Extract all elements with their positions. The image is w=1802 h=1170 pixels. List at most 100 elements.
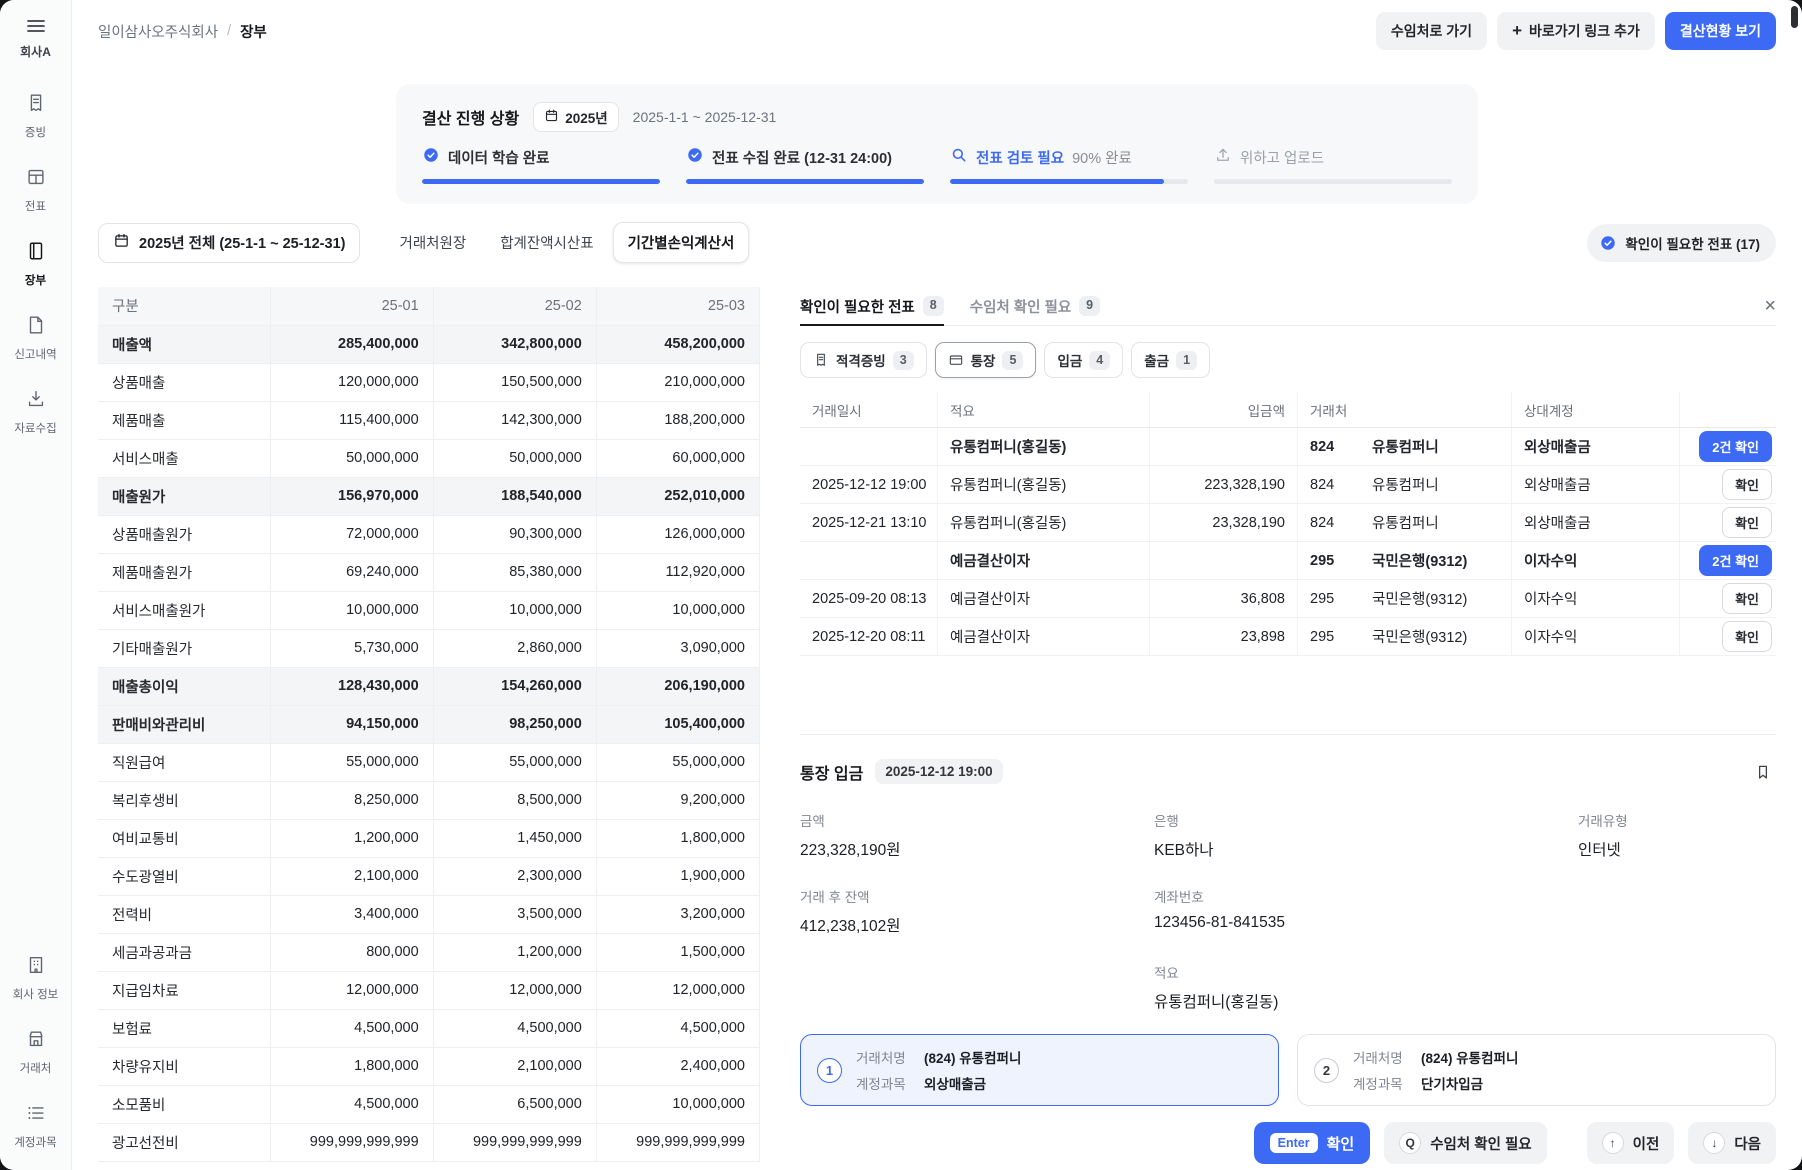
sidebar-item-evidence[interactable]: 증빙 <box>4 86 68 146</box>
transaction-row[interactable]: 2025-09-20 08:13 예금결산이자 36,808 295 국민은행(… <box>800 580 1776 618</box>
step-label: 데이터 학습 완료 <box>448 147 549 168</box>
transaction-row[interactable]: 2025-12-20 08:11 예금결산이자 23,898 295 국민은행(… <box>800 618 1776 656</box>
tx-amount: 23,898 <box>1150 618 1298 655</box>
pl-row[interactable]: 매출원가 156,970,000 188,540,000 252,010,000 <box>98 477 760 515</box>
pl-value-month-2: 98,250,000 <box>433 705 596 743</box>
pl-row[interactable]: 서비스매출 50,000,000 50,000,000 60,000,000 <box>98 439 760 477</box>
pl-row[interactable]: 매출총이익 128,430,000 154,260,000 206,190,00… <box>98 667 760 705</box>
transaction-row[interactable]: 유통컴퍼니(홍길동) 824 유통컴퍼니 외상매출금 2건 확인 <box>800 428 1776 466</box>
year-selector-chip[interactable]: 2025년 <box>533 102 618 132</box>
vouchers-need-review-pill[interactable]: 확인이 필요한 전표 (17) <box>1587 224 1776 262</box>
bookmark-icon[interactable] <box>1754 763 1776 781</box>
pl-row[interactable]: 매출액 285,400,000 342,800,000 458,200,000 <box>98 325 760 363</box>
pl-row[interactable]: 보험료 4,500,000 4,500,000 4,500,000 <box>98 1009 760 1047</box>
tab-vouchers-need-confirm[interactable]: 확인이 필요한 전표 8 <box>800 287 944 325</box>
close-icon[interactable]: × <box>1764 296 1776 316</box>
filter-chip-deposit[interactable]: 입금 4 <box>1044 342 1123 378</box>
pl-value-month-1: 55,000,000 <box>270 743 433 781</box>
pl-row[interactable]: 상품매출 120,000,000 150,500,000 210,000,000 <box>98 363 760 401</box>
pl-row[interactable]: 제품매출 115,400,000 142,300,000 188,200,000 <box>98 401 760 439</box>
sidebar-item-reports[interactable]: 신고내역 <box>4 308 68 368</box>
pl-value-month-3: 999,999,999,999 <box>596 1123 759 1161</box>
progress-bar <box>422 179 660 184</box>
pl-value-month-3: 252,010,000 <box>596 477 759 515</box>
pl-row[interactable]: 기타매출원가 5,730,000 2,860,000 3,090,000 <box>98 629 760 667</box>
pl-row-label: 서비스매출원가 <box>98 591 270 629</box>
pl-row[interactable]: 복리후생비 8,250,000 8,500,000 9,200,000 <box>98 781 760 819</box>
pl-row-label: 제품매출원가 <box>98 553 270 591</box>
tab-period-income-statement[interactable]: 기간별손익계산서 <box>613 222 750 263</box>
pl-row[interactable]: 광고선전비 999,999,999,999 999,999,999,999 99… <box>98 1123 760 1161</box>
receipt-icon <box>813 352 829 368</box>
transaction-row[interactable]: 2025-12-12 19:00 유통컴퍼니(홍길동) 223,328,190 … <box>800 466 1776 504</box>
field-balance-after: 거래 후 잔액 412,238,102원 <box>800 886 1130 936</box>
company-switcher-label[interactable]: 회사A <box>20 43 51 60</box>
pl-row-label: 광고선전비 <box>98 1123 270 1161</box>
tab-trial-balance[interactable]: 합계잔액시산표 <box>485 222 608 263</box>
step-label: 전표 검토 필요 <box>976 147 1064 168</box>
pl-row[interactable]: 제품매출원가 69,240,000 85,380,000 112,920,000 <box>98 553 760 591</box>
tab-client-confirm-needed[interactable]: 수임처 확인 필요 9 <box>970 287 1100 325</box>
transactions-body: 유통컴퍼니(홍길동) 824 유통컴퍼니 외상매출금 2건 확인 <box>800 428 1776 656</box>
sidebar-item-accounts[interactable]: 계정과목 <box>4 1096 68 1156</box>
pl-row[interactable]: 수도광열비 2,100,000 2,300,000 1,900,000 <box>98 857 760 895</box>
pl-row[interactable]: 소모품비 4,500,000 6,500,000 10,000,000 <box>98 1085 760 1123</box>
pl-row[interactable]: 직원급여 55,000,000 55,000,000 55,000,000 <box>98 743 760 781</box>
field-label: 거래유형 <box>1578 810 1776 830</box>
sidebar-item-company-info[interactable]: 회사 정보 <box>4 948 68 1008</box>
previous-button[interactable]: ↑ 이전 <box>1587 1122 1675 1164</box>
sidebar-item-ledger[interactable]: 장부 <box>4 234 68 294</box>
confirm-button[interactable]: 확인 <box>1722 621 1772 652</box>
pl-value-month-3: 55,000,000 <box>596 743 759 781</box>
sidebar-item-collect[interactable]: 자료수집 <box>4 382 68 442</box>
pl-row[interactable]: 여비교통비 1,200,000 1,450,000 1,800,000 <box>98 819 760 857</box>
pl-row[interactable]: 판매비와관리비 94,150,000 98,250,000 105,400,00… <box>98 705 760 743</box>
confirm-button[interactable]: 2건 확인 <box>1699 431 1772 462</box>
add-shortcut-button[interactable]: + 바로가기 링크 추가 <box>1497 12 1655 50</box>
sidebar-item-partners[interactable]: 거래처 <box>4 1022 68 1082</box>
next-button[interactable]: ↓ 다음 <box>1688 1122 1776 1164</box>
pl-value-month-3: 1,500,000 <box>596 933 759 971</box>
pl-row[interactable]: 세금과공과금 800,000 1,200,000 1,500,000 <box>98 933 760 971</box>
suggestion-card-2[interactable]: 2 거래처명 (824) 유통컴퍼니 계정과목 단기차입금 <box>1297 1034 1776 1106</box>
pl-value-month-3: 3,090,000 <box>596 629 759 667</box>
pl-row[interactable]: 상품매출원가 72,000,000 90,300,000 126,000,000 <box>98 515 760 553</box>
pl-value-month-2: 1,450,000 <box>433 819 596 857</box>
grid-table-icon <box>25 166 47 193</box>
field-value: 412,238,102원 <box>800 914 1130 936</box>
field-value: 223,328,190원 <box>800 838 1130 860</box>
confirm-button[interactable]: 확인 <box>1722 507 1772 538</box>
hamburger-icon[interactable] <box>24 14 48 38</box>
suggestion-card-1[interactable]: 1 거래처명 (824) 유통컴퍼니 계정과목 외상매출금 <box>800 1034 1279 1106</box>
tx-partner-name: 유통컴퍼니 <box>1360 504 1512 541</box>
confirm-button[interactable]: 확인 <box>1722 583 1772 614</box>
confirm-label: 확인 <box>1327 1133 1355 1154</box>
sidebar-item-vouchers[interactable]: 전표 <box>4 160 68 220</box>
filter-chip-qualified-evidence[interactable]: 적격증빙 3 <box>800 342 927 378</box>
client-check-button[interactable]: Q 수임처 확인 필요 <box>1384 1122 1546 1164</box>
breadcrumb-company[interactable]: 일이삼사오주식회사 <box>98 21 218 42</box>
confirm-enter-button[interactable]: Enter 확인 <box>1254 1122 1371 1164</box>
pl-row[interactable]: 지급임차료 12,000,000 12,000,000 12,000,000 <box>98 971 760 1009</box>
pl-row[interactable]: 차량유지비 1,800,000 2,100,000 2,400,000 <box>98 1047 760 1085</box>
view-closing-status-button[interactable]: 결산현황 보기 <box>1665 12 1776 50</box>
tx-partner-name: 유통컴퍼니 <box>1360 466 1512 503</box>
period-selector[interactable]: 2025년 전체 (25-1-1 ~ 25-12-31) <box>98 223 360 263</box>
go-client-button[interactable]: 수임처로 가기 <box>1376 12 1487 50</box>
suggestion-partner-value: (824) 유통컴퍼니 <box>924 1047 1021 1067</box>
tx-datetime: 2025-09-20 08:13 <box>800 580 938 617</box>
filter-chip-count: 1 <box>1176 351 1197 371</box>
pl-row[interactable]: 서비스매출원가 10,000,000 10,000,000 10,000,000 <box>98 591 760 629</box>
transaction-row[interactable]: 2025-12-21 13:10 유통컴퍼니(홍길동) 23,328,190 8… <box>800 504 1776 542</box>
transaction-row[interactable]: 예금결산이자 295 국민은행(9312) 이자수익 2건 확인 <box>800 542 1776 580</box>
confirm-button[interactable]: 2건 확인 <box>1699 545 1772 576</box>
filter-chip-withdrawal[interactable]: 출금 1 <box>1131 342 1210 378</box>
vertical-scrollbar-thumb[interactable] <box>1791 6 1798 28</box>
tx-col-amount: 입금액 <box>1150 392 1298 427</box>
confirm-button[interactable]: 확인 <box>1722 469 1772 500</box>
calendar-icon <box>544 108 559 126</box>
filter-chip-bankbook[interactable]: 통장 5 <box>935 342 1037 378</box>
tab-partner-ledger[interactable]: 거래처원장 <box>384 222 481 263</box>
pl-row[interactable]: 전력비 3,400,000 3,500,000 3,200,000 <box>98 895 760 933</box>
income-statement-table-wrap: 구분 25-01 25-02 25-03 매출액 285,400,000 342… <box>98 287 760 1170</box>
